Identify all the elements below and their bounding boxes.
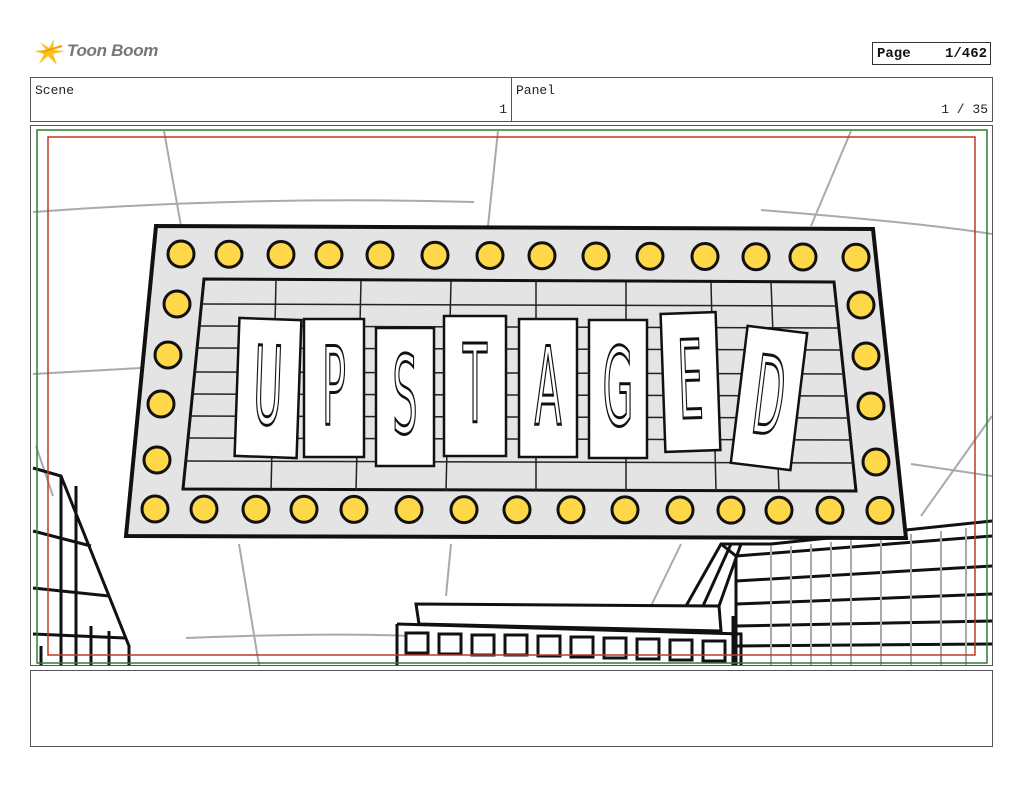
marquee-bulb: [365, 240, 395, 270]
marquee-bulb: [527, 241, 557, 271]
page-value: 1/462: [944, 46, 987, 62]
marquee-bulb: [861, 447, 891, 477]
marquee-bulb: [815, 495, 845, 525]
marquee-bulb: [339, 494, 369, 524]
sign-letter-card: T: [442, 314, 508, 458]
marquee-bulb: [502, 495, 532, 525]
sign-letter-card: P: [302, 317, 366, 459]
panel-cell: Panel 1 / 35: [512, 78, 992, 121]
panel-drawing: UPSTAGED: [32, 129, 992, 665]
marquee-bulb: [690, 242, 720, 271]
sign-letter-card: A: [517, 317, 579, 459]
marquee-bulb: [788, 242, 818, 272]
sign-letter-card: G: [587, 318, 649, 460]
marquee-bulb: [189, 494, 219, 524]
sign-letter-card: S: [374, 326, 436, 468]
sign-letter: E: [676, 319, 705, 445]
page-label: Page: [877, 46, 911, 62]
scene-cell: Scene 1: [31, 78, 512, 121]
marquee-bulb: [856, 391, 886, 421]
sign-letter: P: [322, 326, 346, 451]
sign-letter: T: [462, 324, 487, 449]
marquee-bulb: [449, 495, 479, 525]
sign-letter: G: [603, 327, 634, 452]
panel-value: 1 / 35: [941, 102, 988, 117]
storyboard-panel: UPSTAGED: [30, 125, 993, 666]
marquee-bulb: [420, 240, 450, 270]
scene-value: 1: [499, 102, 507, 117]
page-counter: Page 1/462: [872, 42, 991, 65]
marquee-bulb: [716, 495, 746, 525]
marquee-bulb: [241, 494, 271, 524]
marquee-sign: UPSTAGED: [123, 223, 909, 541]
sign-letter-card: U: [233, 316, 303, 460]
marquee-bulb: [764, 495, 794, 525]
marquee-bulb: [146, 389, 176, 419]
panel-label: Panel: [516, 83, 556, 98]
marquee-bulb: [846, 290, 876, 320]
sign-letter: U: [251, 325, 284, 451]
marquee-bulb: [741, 242, 771, 272]
toon-boom-star-icon: [34, 39, 65, 65]
scene-label: Scene: [35, 83, 75, 98]
marquee-bulb: [475, 241, 505, 270]
sign-letter-card: E: [659, 310, 722, 454]
marquee-bulb: [314, 240, 344, 270]
center-windows: [404, 631, 727, 663]
marquee-bulb: [153, 340, 183, 370]
marquee-bulb: [841, 242, 871, 272]
marquee-bulb: [851, 341, 881, 371]
marquee-bulb: [166, 239, 196, 269]
marquee-bulb: [214, 239, 244, 269]
right-building: [684, 519, 992, 665]
marquee-bulb: [162, 289, 192, 319]
scene-panel-info: Scene 1 Panel 1 / 35: [30, 77, 993, 122]
marquee-bulb: [394, 495, 424, 524]
marquee-bulb: [635, 241, 665, 271]
marquee-bulb: [289, 494, 319, 524]
logo-text: Toon Boom: [67, 41, 159, 60]
marquee-bulb: [665, 495, 695, 525]
sign-letter: S: [392, 335, 417, 460]
marquee-bulb: [142, 445, 172, 475]
marquee-bulb: [865, 495, 895, 525]
marquee-bulb: [266, 240, 296, 269]
marquee-bulb: [610, 495, 640, 525]
marquee-bulb: [140, 494, 170, 524]
marquee-bulb: [556, 495, 586, 525]
sign-letter: A: [534, 326, 561, 451]
marquee-bulb: [581, 241, 611, 271]
caption-box: [30, 670, 993, 747]
toon-boom-logo: Toon Boom: [32, 38, 162, 68]
